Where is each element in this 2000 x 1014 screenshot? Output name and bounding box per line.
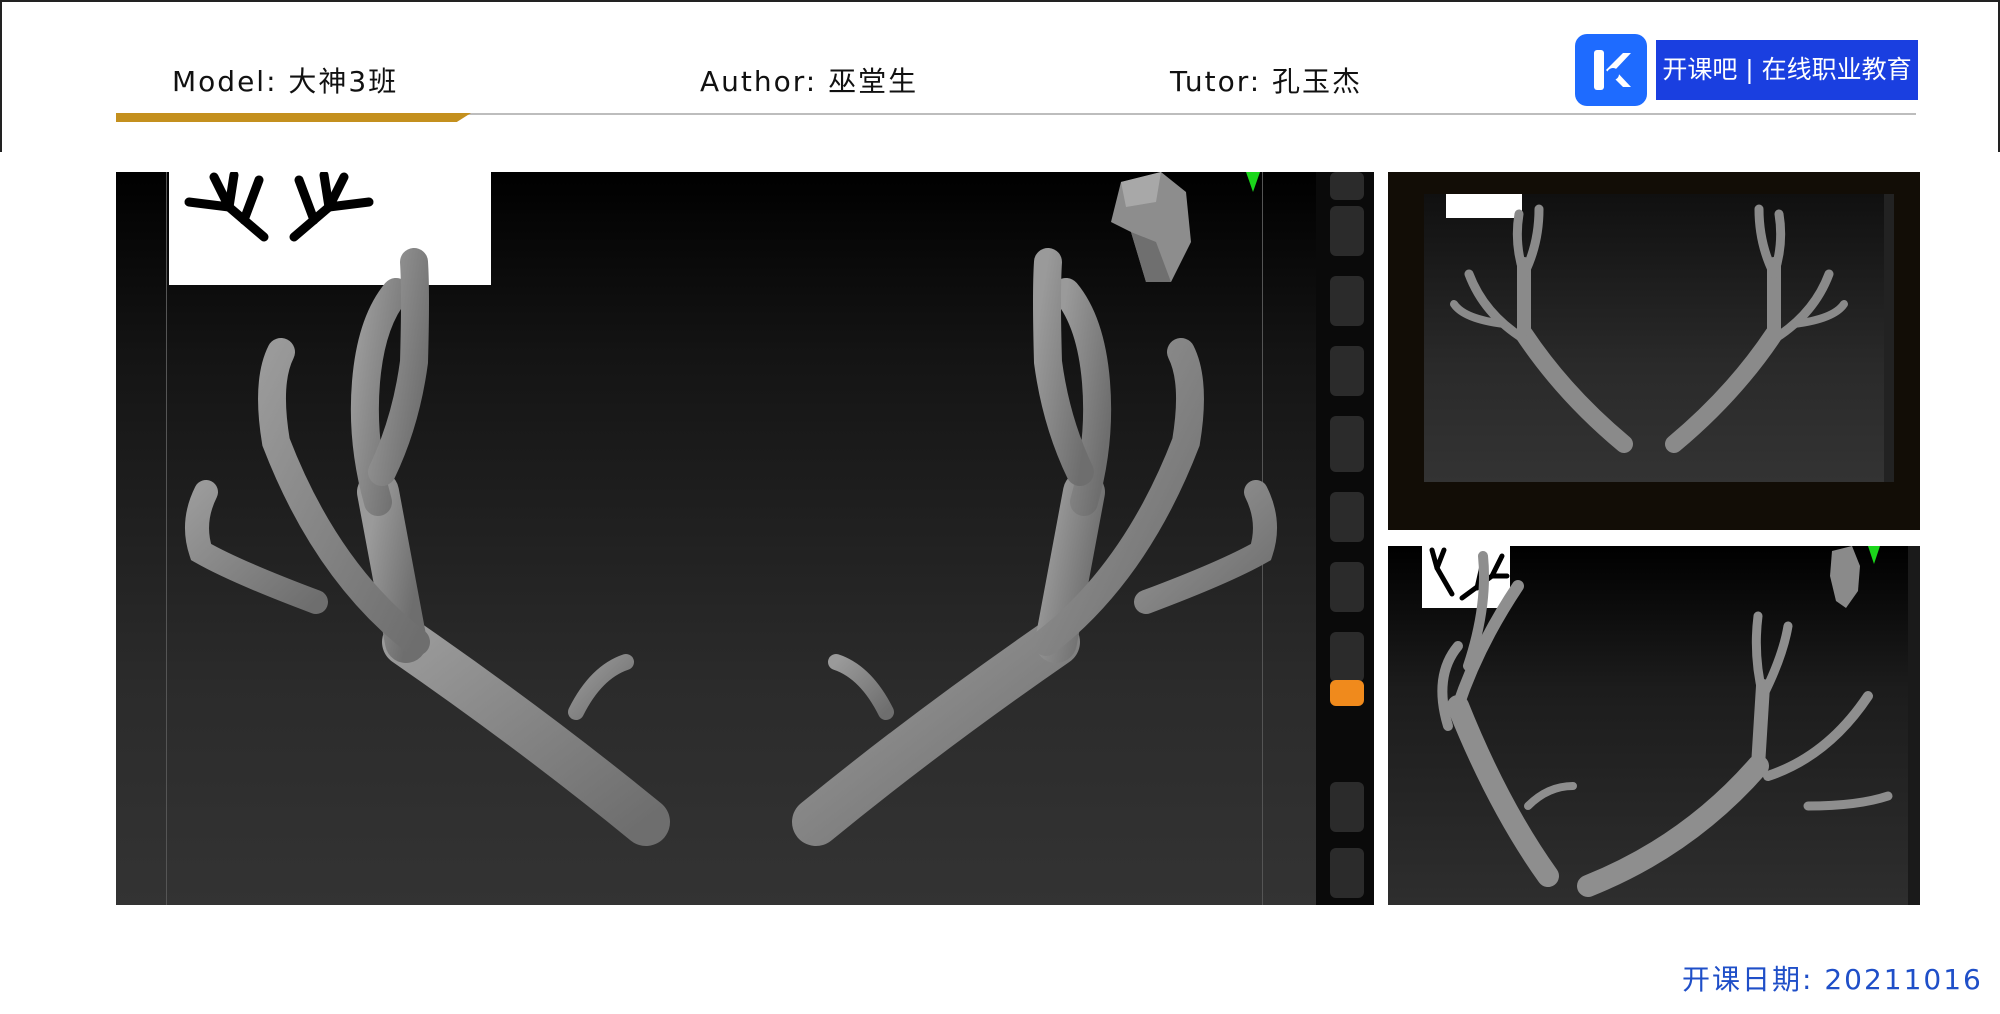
tool-button-local[interactable] [1330, 632, 1364, 682]
main-viewport-front-view[interactable] [116, 172, 1374, 905]
logo-banner: 开课吧 | 在线职业教育 [1656, 40, 1918, 100]
tool-button-rotate-active[interactable] [1330, 680, 1364, 706]
antler-models-top [1450, 204, 1848, 453]
author-label: Author: 巫堂生 [700, 65, 919, 98]
tutor-label: Tutor: 孔玉杰 [1170, 65, 1363, 98]
bottom-right-viewport-perspective[interactable] [1388, 546, 1920, 905]
tool-shelf-edge [1884, 194, 1894, 482]
kaikeba-k-logo-icon [1575, 34, 1647, 106]
tool-button-center[interactable] [1330, 782, 1364, 832]
tool-button-floor[interactable] [1330, 492, 1364, 542]
green-marker-icon-small [1868, 546, 1880, 564]
slide-frame-left [0, 0, 2, 152]
navigation-head-gizmo-icon-small[interactable] [1824, 546, 1864, 608]
course-start-date: 开课日期: 20211016 [1682, 963, 1983, 996]
tool-button-100[interactable] [1330, 276, 1364, 326]
viewport-canvas [1424, 194, 1884, 482]
tool-button-dynamic[interactable] [1330, 416, 1364, 472]
tool-button-move-hand[interactable] [1330, 848, 1364, 898]
green-marker-icon [1246, 172, 1260, 192]
tool-button-ac50[interactable] [1330, 346, 1364, 396]
header-accent-bar [116, 113, 471, 122]
right-tool-shelf [1316, 172, 1374, 905]
slide-frame-top [0, 0, 2000, 2]
navigation-head-gizmo-icon[interactable] [1101, 172, 1201, 282]
tool-shelf-edge-2 [1908, 546, 1920, 905]
tool-button-scroll[interactable] [1330, 172, 1364, 200]
tool-button-symmetry[interactable] [1330, 562, 1364, 612]
top-right-viewport-top-view[interactable] [1388, 172, 1920, 530]
tool-button-zoom[interactable] [1330, 206, 1364, 256]
model-label: Model: 大神3班 [172, 65, 399, 98]
